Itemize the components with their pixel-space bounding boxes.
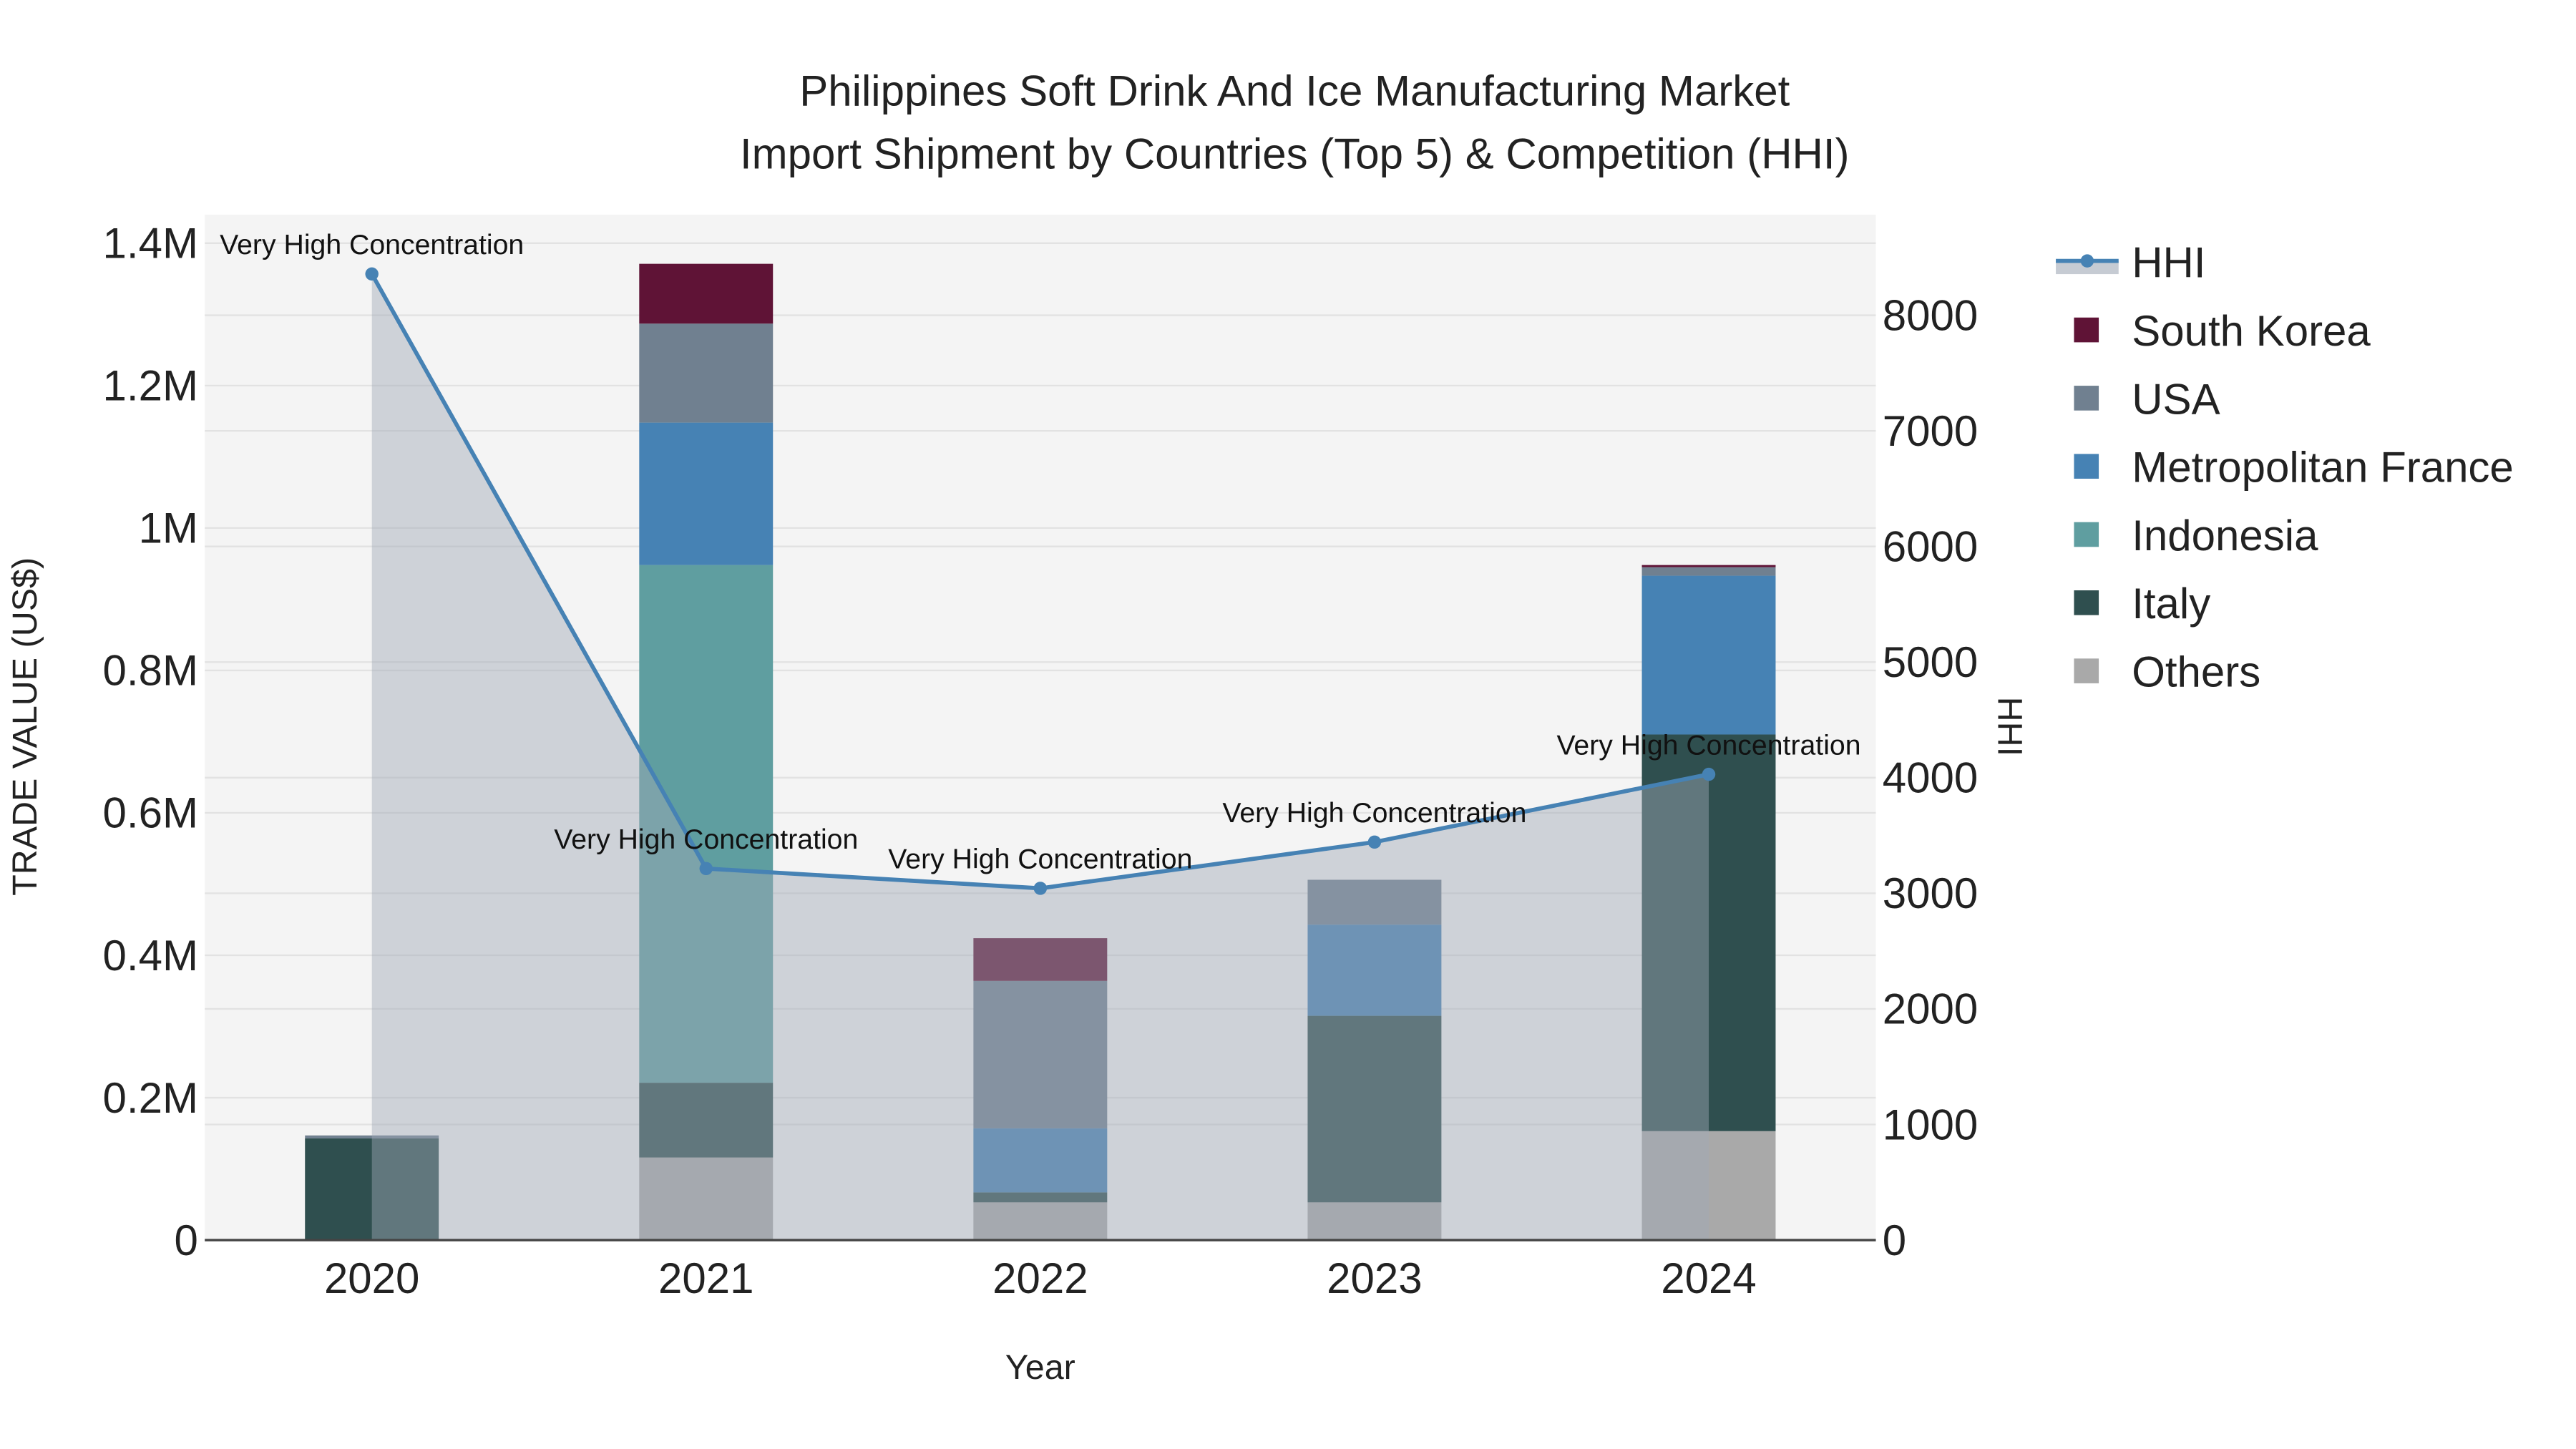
chart-title-line1: Philippines Soft Drink And Ice Manufactu… bbox=[799, 67, 1790, 115]
x-tick-label: 2024 bbox=[1661, 1254, 1756, 1302]
bar-usa-2024[interactable] bbox=[1641, 567, 1776, 576]
y2-tick-label: 7000 bbox=[1883, 407, 1978, 455]
legend-hhi-marker bbox=[2080, 254, 2094, 268]
y2-tick-label: 3000 bbox=[1883, 869, 1978, 917]
hhi-point-2024[interactable] bbox=[1702, 767, 1716, 781]
hhi-annotation: Very High Concentration bbox=[554, 824, 858, 855]
y2-tick-label: 4000 bbox=[1883, 754, 1978, 802]
legend-label-hhi[interactable]: HHI bbox=[2132, 239, 2205, 287]
bar-metropolitan-france-2021[interactable] bbox=[639, 422, 774, 565]
legend-label-south-korea[interactable]: South Korea bbox=[2132, 307, 2371, 355]
legend-label-usa[interactable]: USA bbox=[2132, 375, 2220, 423]
hhi-annotation: Very High Concentration bbox=[220, 229, 524, 260]
hhi-point-2022[interactable] bbox=[1033, 882, 1048, 895]
bar-metropolitan-france-2024[interactable] bbox=[1641, 575, 1776, 735]
y2-tick-label: 0 bbox=[1883, 1216, 1906, 1264]
y2-tick-label: 5000 bbox=[1883, 638, 1978, 686]
legend-label-italy[interactable]: Italy bbox=[2132, 580, 2210, 628]
chart-title-line2: Import Shipment by Countries (Top 5) & C… bbox=[740, 130, 1850, 177]
y-tick-label: 1M bbox=[139, 504, 198, 552]
legend-label-indonesia[interactable]: Indonesia bbox=[2132, 512, 2318, 560]
legend-swatch-indonesia bbox=[2074, 522, 2099, 547]
y2-tick-label: 8000 bbox=[1883, 291, 1978, 339]
x-tick-label: 2020 bbox=[324, 1254, 419, 1302]
y-tick-label: 0.2M bbox=[103, 1074, 198, 1122]
bar-south-korea-2024[interactable] bbox=[1641, 565, 1776, 567]
hhi-trade-chart: Very High Concentration Very High Concent… bbox=[6, 67, 2514, 1387]
y-tick-label: 1.4M bbox=[103, 220, 198, 268]
x-tick-label: 2022 bbox=[992, 1254, 1088, 1302]
bar-usa-2021[interactable] bbox=[639, 323, 774, 423]
legend-label-others[interactable]: Others bbox=[2132, 648, 2260, 696]
legend-swatch-others bbox=[2074, 658, 2099, 683]
y-tick-label: 0.8M bbox=[103, 647, 198, 695]
hhi-point-2020[interactable] bbox=[365, 267, 379, 281]
hhi-annotation: Very High Concentration bbox=[1556, 729, 1860, 761]
y-tick-label: 0.4M bbox=[103, 932, 198, 980]
y-tick-label: 0 bbox=[175, 1216, 198, 1264]
y-tick-label: 1.2M bbox=[103, 362, 198, 410]
hhi-annotation: Very High Concentration bbox=[888, 844, 1192, 875]
legend-swatch-usa bbox=[2074, 386, 2099, 411]
legend-swatch-metropolitan-france bbox=[2074, 454, 2099, 479]
hhi-annotation: Very High Concentration bbox=[1222, 797, 1526, 829]
x-tick-label: 2023 bbox=[1327, 1254, 1422, 1302]
y2-tick-label: 2000 bbox=[1883, 985, 1978, 1033]
legend-swatch-south-korea bbox=[2074, 317, 2099, 343]
y-tick-label: 0.6M bbox=[103, 789, 198, 837]
y2-tick-label: 6000 bbox=[1883, 522, 1978, 570]
legend-label-metropolitan-france[interactable]: Metropolitan France bbox=[2132, 444, 2514, 492]
y-axis-title: TRADE VALUE (US$) bbox=[6, 557, 44, 896]
legend-swatch-italy bbox=[2074, 590, 2099, 615]
bar-south-korea-2021[interactable] bbox=[639, 263, 774, 324]
x-axis-title: Year bbox=[1005, 1348, 1075, 1387]
hhi-point-2021[interactable] bbox=[699, 862, 713, 876]
y2-tick-label: 1000 bbox=[1883, 1101, 1978, 1148]
hhi-point-2023[interactable] bbox=[1367, 835, 1382, 849]
y2-axis-title: HHI bbox=[1990, 697, 2029, 756]
x-tick-label: 2021 bbox=[658, 1254, 753, 1302]
